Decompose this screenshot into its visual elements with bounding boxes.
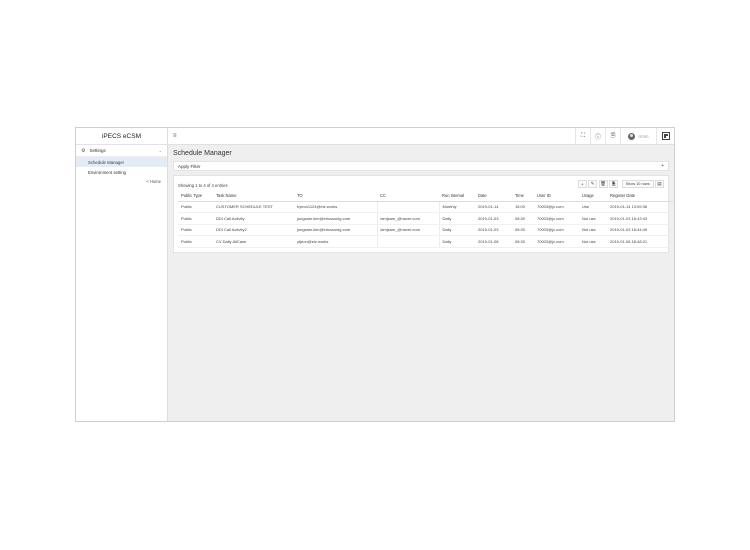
table-cell: CUSTOMER SCHEDULE TEST: [213, 201, 294, 213]
filter-label: Apply Filter: [178, 163, 201, 169]
table-cell: Daily: [439, 235, 475, 248]
table-cell: 70003@jc.com: [534, 201, 579, 213]
app-title: iPECS eCSM: [76, 128, 167, 145]
page-title: Schedule Manager: [173, 150, 232, 157]
user-menu[interactable]: rrmm: [620, 128, 656, 144]
column-header[interactable]: Run Interval: [439, 190, 475, 202]
table-cell: [377, 235, 440, 248]
schedule-table: Public Type Task Name TO CC Run Interval…: [178, 190, 673, 248]
add-button[interactable]: +: [577, 180, 587, 188]
column-header[interactable]: Task Name: [213, 190, 294, 202]
table-cell: 2019-01-03 16:43:43: [607, 212, 673, 225]
table-cell: Daily: [439, 212, 475, 225]
table-cell: 2019-01-14 13:59:36: [607, 201, 673, 213]
sidebar-group-settings[interactable]: ⚙ Settings ⌄: [76, 145, 167, 157]
plus-icon: +: [580, 181, 584, 187]
file-icon: 🗎: [611, 181, 616, 186]
table-panel: Showing 1 to 4 of 4 entries + ✎ 🗑 🗎 Show…: [173, 175, 673, 253]
avatar-icon: [628, 132, 636, 140]
table-cell: Public: [178, 212, 213, 225]
column-header[interactable]: CC: [377, 190, 439, 202]
column-header[interactable]: TO: [294, 190, 377, 202]
top-bar: ≡ ⛶ ⓘ 🗎 rrmm: [168, 128, 674, 145]
delete-button[interactable]: 🗑: [598, 180, 608, 188]
table-row[interactable]: Public CV Daily AllCase ytjeon@elz.works…: [178, 235, 673, 248]
table-cell: 16:00: [512, 201, 534, 213]
topbar-actions: ⛶ ⓘ 🗎 rrmm: [575, 128, 674, 144]
table-row[interactable]: Public CUSTOMER SCHEDULE TEST hyeon1124@…: [178, 201, 673, 213]
filter-bar[interactable]: Apply Filter +: [173, 161, 669, 171]
document-button[interactable]: 🗎: [605, 128, 620, 144]
table-cell: Not use: [579, 212, 607, 225]
info-icon: ⓘ: [594, 134, 601, 141]
table-cell: ytjeon@elz.works: [294, 235, 378, 248]
chevron-down-icon: ⌄: [158, 148, 162, 153]
columns-icon: ▤: [657, 181, 662, 186]
rows-per-page-button[interactable]: Show 10 rows: [621, 180, 654, 188]
table-cell: 2019-01-03: [475, 224, 512, 236]
table-cell: 2019-01-03 16:44:49: [607, 224, 673, 236]
table-cell: 2019-01-08 18:48:21: [607, 235, 673, 248]
table-cell: hyeon1124@elz.works: [294, 201, 378, 213]
table-cell: jongsam.kim@ericssonlg.com: [294, 224, 378, 236]
table-row[interactable]: Public DDI Call Activity2 jongsam.kim@er…: [178, 224, 673, 236]
column-header[interactable]: Register Date: [607, 190, 673, 202]
table-cell: jongsam.kim@ericssonlg.com: [294, 212, 378, 225]
table-cell: DDI Call Activity: [213, 212, 294, 225]
column-header[interactable]: Usage: [579, 190, 607, 202]
table-cell: 70003@jc.com: [534, 212, 579, 225]
edit-button[interactable]: ✎: [588, 180, 598, 188]
gear-icon: ⚙: [81, 147, 86, 154]
table-cell: Public: [178, 224, 213, 236]
table-cell: 08:30: [512, 212, 534, 225]
table-cell: kimjsam_@naver.com: [377, 224, 440, 236]
table-cell: 2019-01-03: [475, 212, 512, 225]
table-cell: Not use: [579, 224, 607, 236]
column-header[interactable]: Time: [512, 190, 534, 202]
pencil-icon: ✎: [590, 181, 595, 186]
table-cell: Use: [579, 201, 607, 213]
table-row[interactable]: Public DDI Call Activity jongsam.kim@eri…: [178, 212, 673, 225]
table-cell: [377, 201, 440, 213]
table-cell: Public: [178, 235, 213, 248]
fullscreen-button[interactable]: ⛶: [575, 128, 590, 144]
table-cell: 08:30: [512, 235, 534, 248]
entries-info: Showing 1 to 4 of 4 entries: [178, 182, 228, 188]
table-cell: 2019-01-14: [475, 201, 512, 213]
table-cell: Not use: [579, 235, 607, 248]
main-content: Schedule Manager Apply Filter + Showing …: [168, 145, 674, 421]
logo-icon: [661, 132, 670, 140]
column-header[interactable]: Public Type: [178, 190, 213, 202]
table-cell: 70003@jc.com: [534, 224, 579, 236]
export-button[interactable]: 🗎: [609, 180, 619, 188]
expand-icon: ⛶: [580, 132, 586, 139]
table-cell: DDI Call Activity2: [213, 224, 294, 236]
table-cell: 08:30: [512, 224, 534, 236]
app-window: iPECS eCSM ⚙ Settings ⌄ Schedule Manager…: [75, 127, 675, 422]
table-header-row: Public Type Task Name TO CC Run Interval…: [178, 190, 673, 202]
table-cell: 2019-01-08: [475, 235, 512, 248]
trash-icon: 🗑: [600, 181, 606, 186]
columns-button[interactable]: ▤: [655, 180, 664, 188]
table-toolbar: + ✎ 🗑 🗎 Show 10 rows ▤: [577, 180, 664, 188]
brand-logo[interactable]: [656, 128, 674, 144]
table-cell: kimjsam_@naver.com: [377, 212, 440, 225]
info-button[interactable]: ⓘ: [590, 128, 605, 144]
table-cell: Monthly: [439, 201, 475, 213]
sidebar: iPECS eCSM ⚙ Settings ⌄ Schedule Manager…: [76, 128, 168, 421]
table-cell: CV Daily AllCase: [213, 235, 294, 248]
expand-plus-icon[interactable]: +: [661, 163, 664, 169]
column-header[interactable]: Date: [475, 190, 512, 202]
sidebar-item-schedule-manager[interactable]: Schedule Manager: [76, 157, 167, 167]
column-header[interactable]: User ID: [534, 190, 579, 202]
table-cell: 70003@jc.com: [534, 235, 579, 248]
sidebar-item-environment-setting[interactable]: Environment setting: [76, 167, 167, 177]
user-name: rrmm: [638, 133, 649, 139]
sidebar-group-label: Settings: [89, 148, 106, 153]
home-link[interactable]: < Home: [146, 179, 161, 184]
document-icon: 🗎: [610, 133, 616, 139]
table-cell: Public: [178, 201, 213, 213]
menu-toggle-icon[interactable]: ≡: [173, 133, 177, 139]
table-cell: Daily: [439, 224, 475, 236]
